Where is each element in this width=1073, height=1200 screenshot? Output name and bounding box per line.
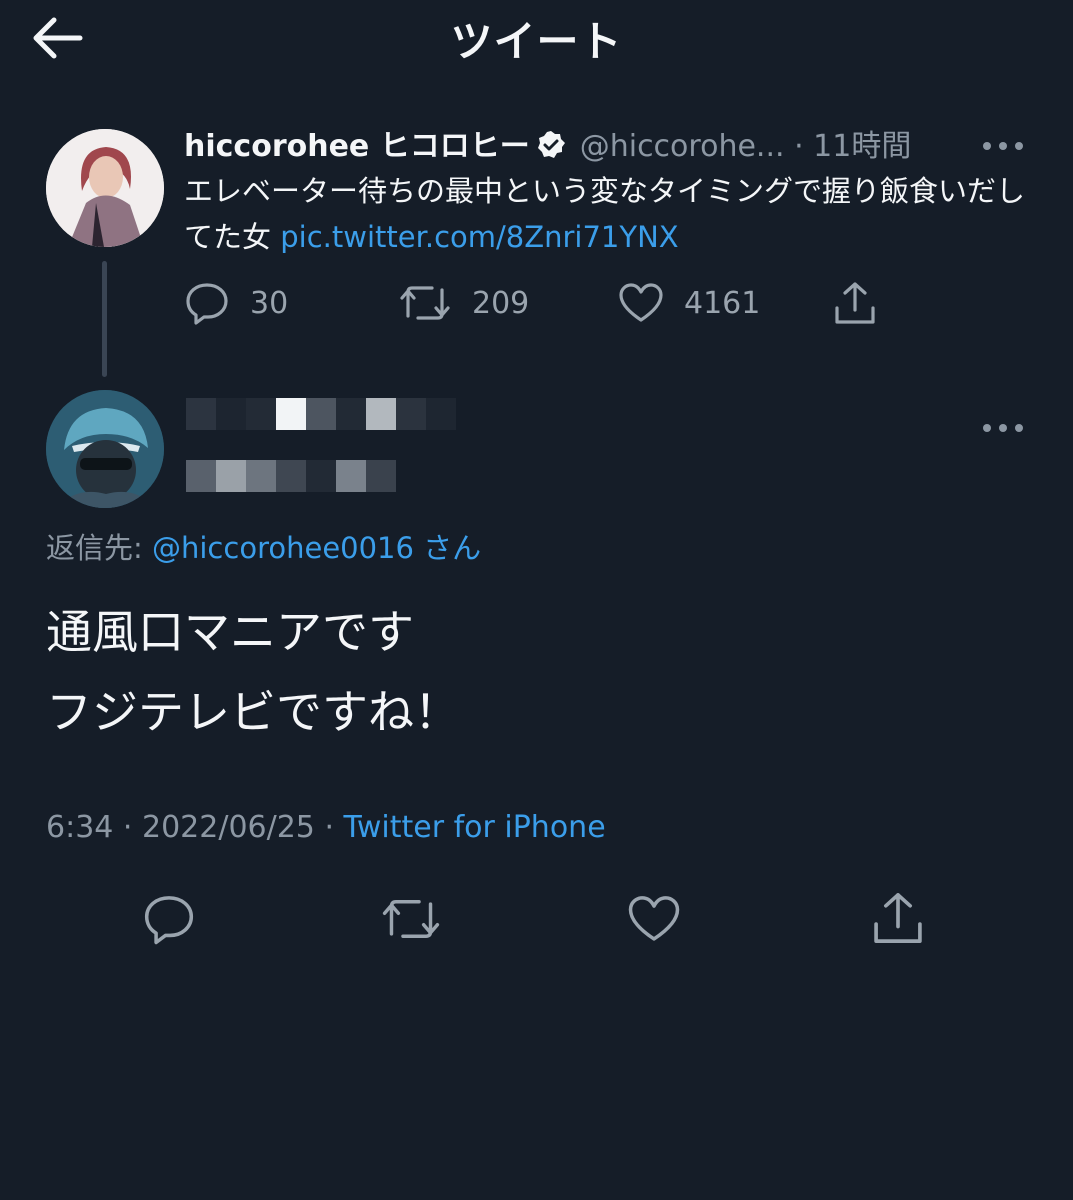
avatar-image — [46, 129, 164, 247]
reply-to-label: 返信先: — [46, 531, 152, 565]
reply-button[interactable]: 30 — [184, 276, 288, 330]
more-icon — [983, 424, 1023, 432]
reply-to-handle[interactable]: @hiccorohee0016 — [152, 531, 414, 565]
like-button[interactable] — [626, 892, 682, 950]
blurred-display-name — [186, 398, 456, 430]
tweet-date: 2022/06/25 — [141, 810, 315, 845]
tweet-text: エレベーター待ちの最中という変なタイミングで握り飯食いだしてた女 pic.twi… — [184, 168, 1034, 260]
avatar[interactable] — [46, 129, 164, 247]
thread-line — [102, 261, 107, 377]
share-button[interactable] — [870, 890, 926, 950]
reply-avatar[interactable] — [46, 390, 164, 508]
heart-icon — [619, 283, 663, 322]
tweet-time: 6:34 — [46, 810, 114, 845]
tweet-time[interactable]: 11時間 — [813, 129, 911, 164]
retweet-count: 209 — [472, 285, 530, 321]
share-icon — [874, 893, 922, 943]
tweet-meta: 6:34 · 2022/06/25 · Twitter for iPhone — [46, 808, 606, 848]
tweet-source[interactable]: Twitter for iPhone — [344, 810, 606, 845]
reply-to-line: 返信先: @hiccorohee0016 さん — [46, 528, 481, 568]
like-button[interactable]: 4161 — [618, 276, 760, 330]
separator: · — [314, 810, 344, 845]
reply-button[interactable] — [142, 892, 196, 950]
retweet-icon — [400, 286, 450, 320]
reply-icon — [144, 896, 194, 945]
heart-icon — [628, 896, 680, 941]
like-count: 4161 — [684, 285, 761, 321]
reply-icon — [186, 283, 228, 325]
handle[interactable]: @hiccorohe... — [580, 129, 785, 164]
tweet-author-line: hiccorohee ヒコロヒー @hiccorohe... · 11時間 — [184, 125, 911, 173]
more-icon — [983, 142, 1023, 150]
share-icon — [835, 282, 875, 324]
page-title: ツイート — [450, 17, 623, 66]
separator: · — [113, 810, 142, 845]
reply-to-suffix: さん — [413, 531, 482, 565]
avatar-image — [46, 390, 164, 508]
display-name[interactable]: hiccorohee ヒコロヒー — [184, 129, 530, 164]
reply-count: 30 — [250, 285, 289, 321]
reply-text: 通風口マニアです フジテレビですね！ — [46, 592, 460, 752]
more-options-button[interactable] — [980, 136, 1026, 156]
retweet-button[interactable]: 209 — [398, 276, 529, 330]
tweet-link[interactable]: pic.twitter.com/8Znri71YNX — [280, 220, 678, 254]
reply-line-1: 通風口マニアです — [46, 605, 414, 659]
blurred-handle — [186, 460, 396, 492]
retweet-icon — [382, 900, 440, 938]
share-button[interactable] — [832, 276, 878, 330]
verified-badge-icon — [536, 129, 566, 173]
retweet-button[interactable] — [380, 892, 442, 950]
reply-more-options-button[interactable] — [980, 418, 1026, 438]
separator: · — [784, 129, 814, 164]
reply-line-2: フジテレビですね！ — [46, 685, 460, 739]
